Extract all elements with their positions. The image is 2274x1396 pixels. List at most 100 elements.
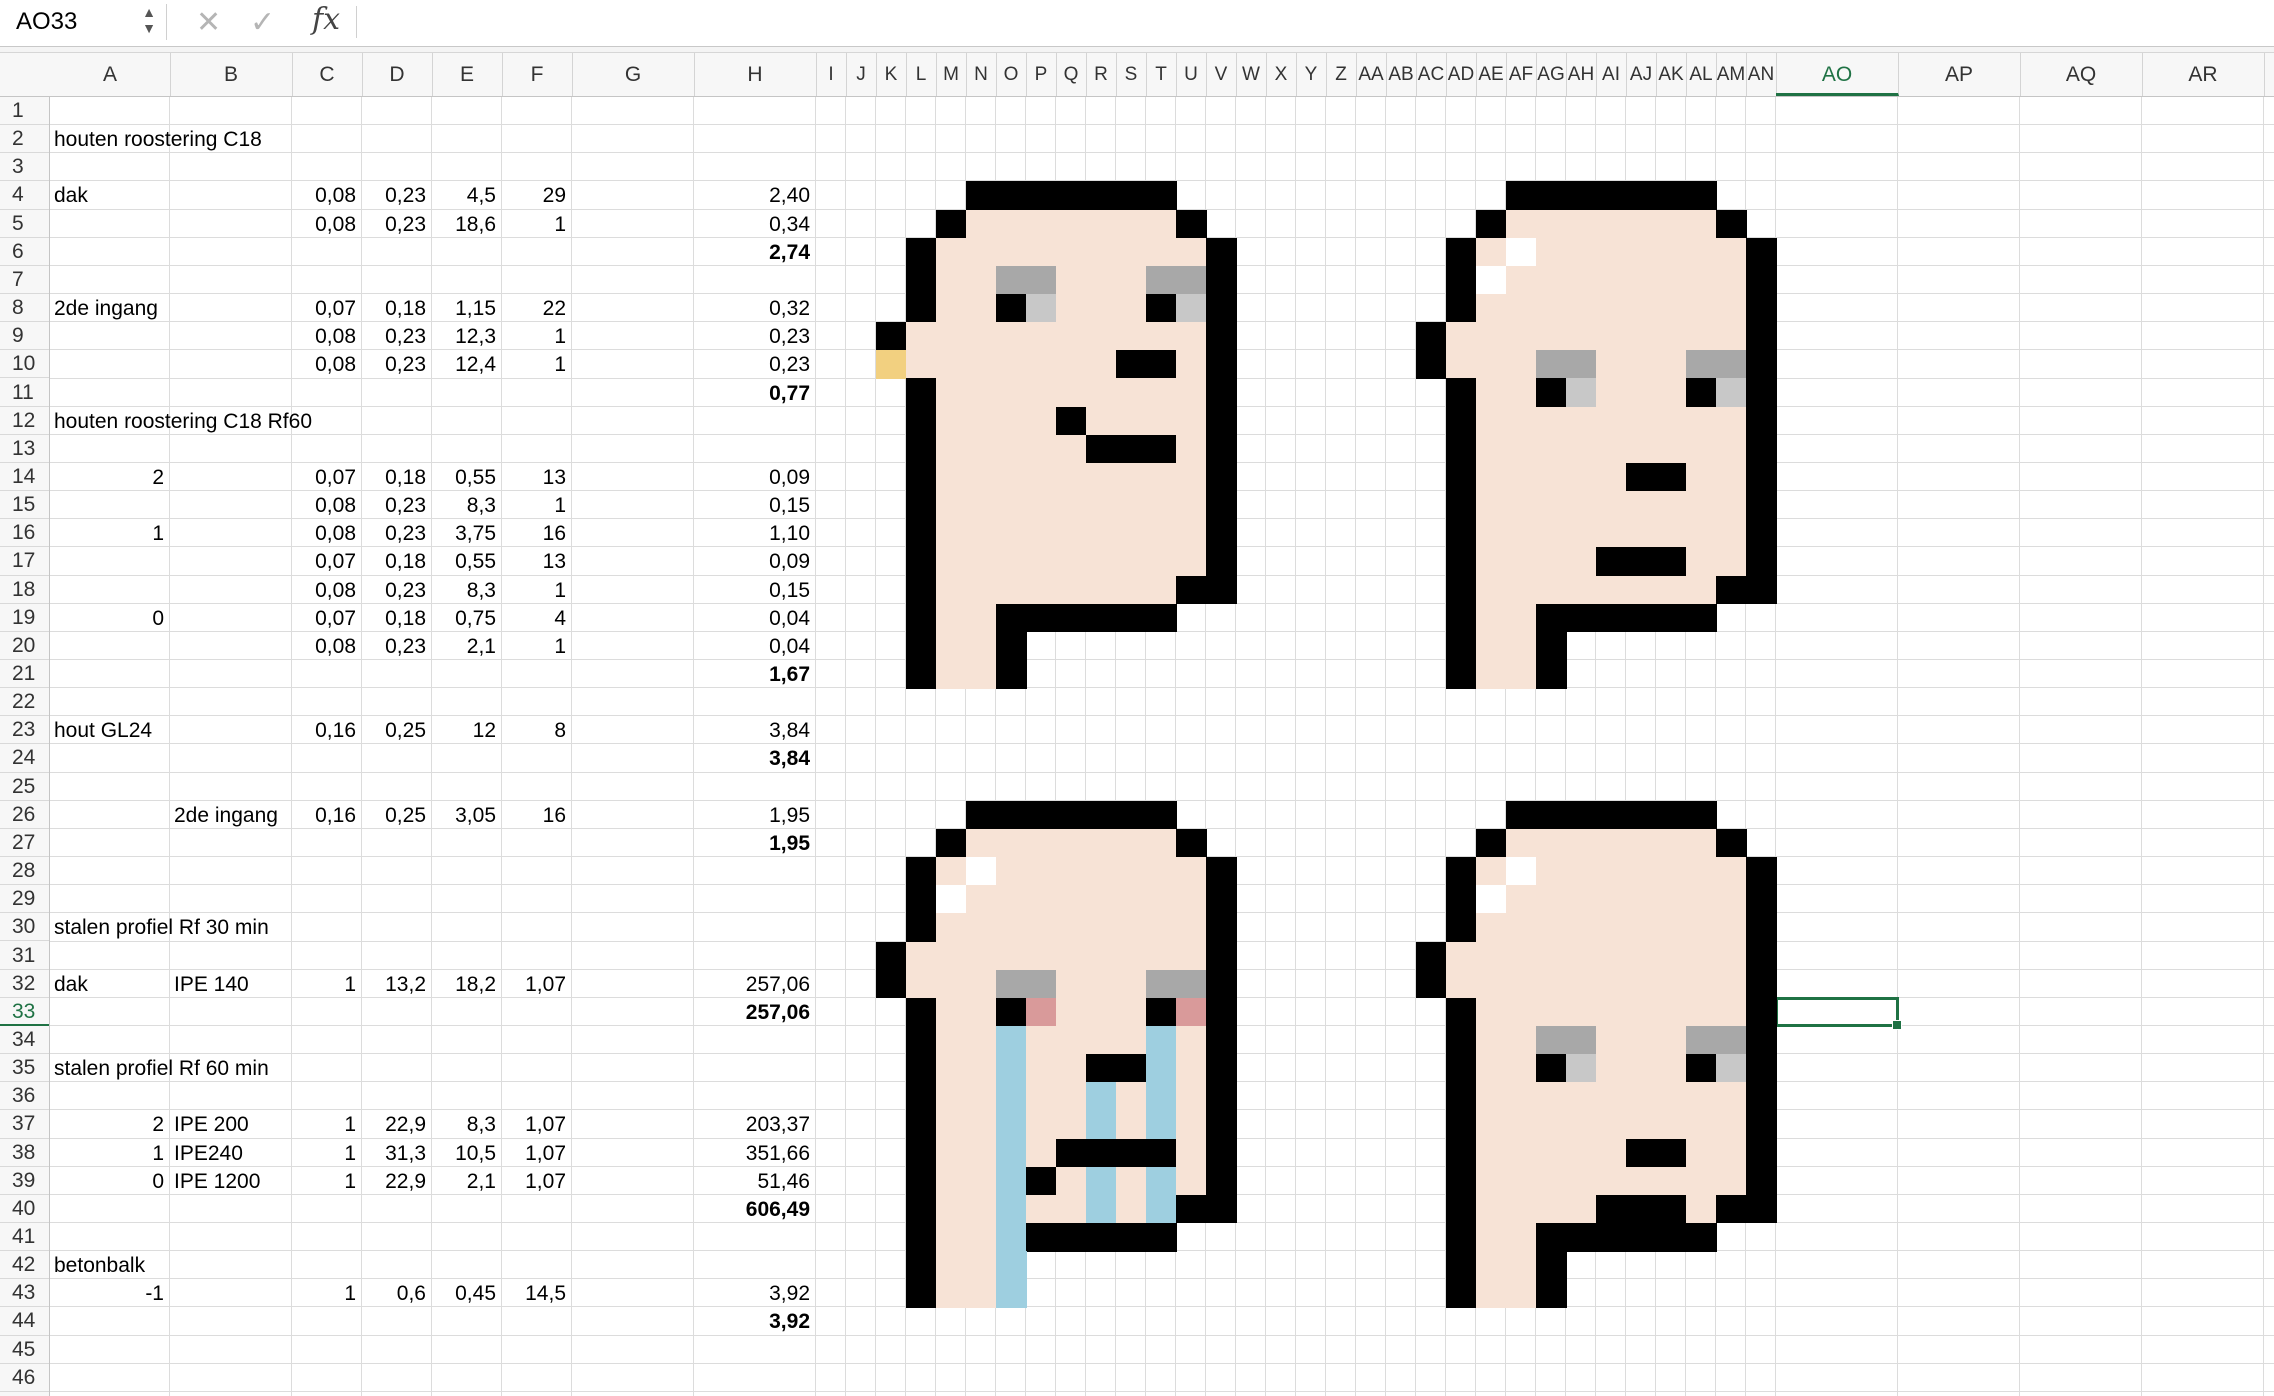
- column-header-j[interactable]: J: [846, 53, 877, 96]
- cell-c39[interactable]: 1: [292, 1168, 356, 1195]
- column-header-v[interactable]: V: [1206, 53, 1237, 96]
- column-header-am[interactable]: AM: [1716, 53, 1747, 96]
- cell-d38[interactable]: 31,3: [362, 1140, 426, 1167]
- cell-h43[interactable]: 3,92: [694, 1280, 810, 1307]
- cell-c8[interactable]: 0,07: [292, 295, 356, 322]
- cell-d43[interactable]: 0,6: [362, 1280, 426, 1307]
- formula-input[interactable]: [356, 6, 2257, 38]
- cell-c15[interactable]: 0,08: [292, 492, 356, 519]
- column-header-ag[interactable]: AG: [1536, 53, 1567, 96]
- cell-h11[interactable]: 0,77: [694, 380, 810, 407]
- active-cell-selection[interactable]: [1775, 996, 1902, 1031]
- cell-h23[interactable]: 3,84: [694, 717, 810, 744]
- cell-h9[interactable]: 0,23: [694, 323, 810, 350]
- cell-c9[interactable]: 0,08: [292, 323, 356, 350]
- cell-b38[interactable]: IPE240: [174, 1140, 243, 1167]
- cell-e17[interactable]: 0,55: [432, 548, 496, 575]
- row-header-11[interactable]: 11: [0, 379, 49, 407]
- cell-a37[interactable]: 2: [50, 1111, 164, 1138]
- row-header-23[interactable]: 23: [0, 716, 49, 745]
- cell-c5[interactable]: 0,08: [292, 211, 356, 238]
- cell-d18[interactable]: 0,23: [362, 577, 426, 604]
- column-header-ac[interactable]: AC: [1416, 53, 1447, 96]
- cell-h26[interactable]: 1,95: [694, 802, 810, 829]
- row-header-25[interactable]: 25: [0, 773, 49, 801]
- cell-f9[interactable]: 1: [502, 323, 566, 350]
- cell-c26[interactable]: 0,16: [292, 802, 356, 829]
- cell-f23[interactable]: 8: [502, 717, 566, 744]
- cell-f37[interactable]: 1,07: [502, 1111, 566, 1138]
- column-header-z[interactable]: Z: [1326, 53, 1357, 96]
- cell-e38[interactable]: 10,5: [432, 1140, 496, 1167]
- column-header-ab[interactable]: AB: [1386, 53, 1417, 96]
- row-header-21[interactable]: 21: [0, 660, 49, 689]
- column-header-ah[interactable]: AH: [1566, 53, 1597, 96]
- cell-c37[interactable]: 1: [292, 1111, 356, 1138]
- column-header-l[interactable]: L: [906, 53, 937, 96]
- column-header-al[interactable]: AL: [1686, 53, 1717, 96]
- cell-d10[interactable]: 0,23: [362, 351, 426, 378]
- row-header-37[interactable]: 37: [0, 1110, 49, 1139]
- cell-h14[interactable]: 0,09: [694, 464, 810, 491]
- cell-e32[interactable]: 18,2: [432, 971, 496, 998]
- column-header-ai[interactable]: AI: [1596, 53, 1627, 96]
- column-header-c[interactable]: C: [292, 53, 363, 96]
- row-header-22[interactable]: 22: [0, 688, 49, 717]
- cell-f38[interactable]: 1,07: [502, 1140, 566, 1167]
- row-header-18[interactable]: 18: [0, 576, 49, 604]
- column-header-d[interactable]: D: [362, 53, 433, 96]
- row-header-42[interactable]: 42: [0, 1251, 49, 1280]
- column-header-r[interactable]: R: [1086, 53, 1117, 96]
- cell-c18[interactable]: 0,08: [292, 577, 356, 604]
- column-header-ad[interactable]: AD: [1446, 53, 1477, 96]
- row-header-40[interactable]: 40: [0, 1195, 49, 1223]
- close-icon[interactable]: ✕: [196, 5, 221, 40]
- cell-f8[interactable]: 22: [502, 295, 566, 322]
- cell-h32[interactable]: 257,06: [694, 971, 810, 998]
- column-header-aa[interactable]: AA: [1356, 53, 1387, 96]
- cell-b26[interactable]: 2de ingang: [174, 802, 278, 829]
- row-header-15[interactable]: 15: [0, 491, 49, 520]
- column-header-ap[interactable]: AP: [1898, 53, 2021, 96]
- cell-d8[interactable]: 0,18: [362, 295, 426, 322]
- cell-d23[interactable]: 0,25: [362, 717, 426, 744]
- row-header-10[interactable]: 10: [0, 350, 49, 379]
- column-header-aj[interactable]: AJ: [1626, 53, 1657, 96]
- cell-e37[interactable]: 8,3: [432, 1111, 496, 1138]
- column-header-f[interactable]: F: [502, 53, 573, 96]
- cell-b37[interactable]: IPE 200: [174, 1111, 249, 1138]
- column-header-n[interactable]: N: [966, 53, 997, 96]
- cell-e8[interactable]: 1,15: [432, 295, 496, 322]
- cell-h40[interactable]: 606,49: [694, 1196, 810, 1223]
- column-header-a[interactable]: A: [50, 53, 171, 96]
- row-header-8[interactable]: 8: [0, 294, 49, 323]
- cell-h4[interactable]: 2,40: [694, 182, 810, 209]
- function-icon[interactable]: fx: [312, 2, 340, 37]
- column-header-an[interactable]: AN: [1746, 53, 1777, 96]
- column-header-m[interactable]: M: [936, 53, 967, 96]
- row-header-29[interactable]: 29: [0, 885, 49, 914]
- row-header-34[interactable]: 34: [0, 1026, 49, 1055]
- column-header-aq[interactable]: AQ: [2020, 53, 2143, 96]
- row-header-32[interactable]: 32: [0, 970, 49, 998]
- cell-c32[interactable]: 1: [292, 971, 356, 998]
- cell-a32[interactable]: dak: [54, 971, 88, 998]
- row-header-4[interactable]: 4: [0, 181, 49, 210]
- cell-c14[interactable]: 0,07: [292, 464, 356, 491]
- row-header-17[interactable]: 17: [0, 547, 49, 576]
- cell-e26[interactable]: 3,05: [432, 802, 496, 829]
- cell-f15[interactable]: 1: [502, 492, 566, 519]
- cell-f5[interactable]: 1: [502, 211, 566, 238]
- cell-a30[interactable]: stalen profiel Rf 30 min: [54, 914, 269, 941]
- cell-a14[interactable]: 2: [50, 464, 164, 491]
- cell-c17[interactable]: 0,07: [292, 548, 356, 575]
- row-header-41[interactable]: 41: [0, 1223, 49, 1252]
- cell-h5[interactable]: 0,34: [694, 211, 810, 238]
- cell-c4[interactable]: 0,08: [292, 182, 356, 209]
- row-header-2[interactable]: 2: [0, 125, 49, 154]
- cell-a2[interactable]: houten roostering C18: [54, 126, 262, 153]
- column-header-q[interactable]: Q: [1056, 53, 1087, 96]
- cell-f20[interactable]: 1: [502, 633, 566, 660]
- column-header-af[interactable]: AF: [1506, 53, 1537, 96]
- cell-a38[interactable]: 1: [50, 1140, 164, 1167]
